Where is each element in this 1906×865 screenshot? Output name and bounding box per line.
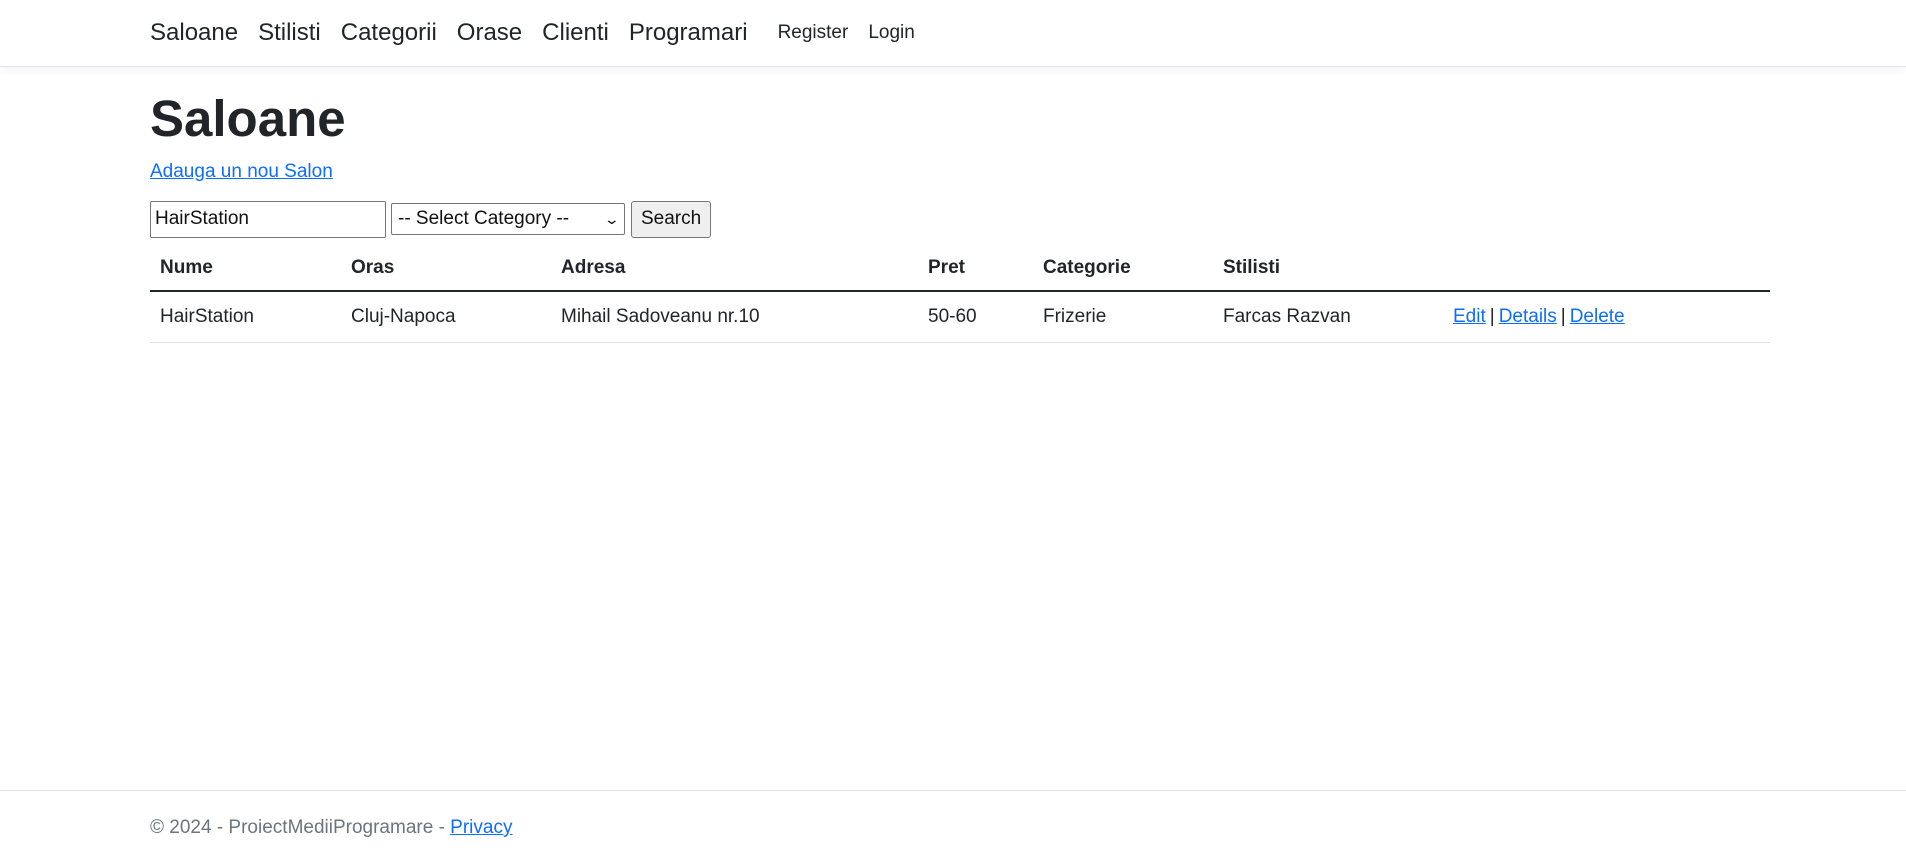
details-link[interactable]: Details	[1499, 306, 1557, 327]
category-select-value: -- Select Category --	[398, 208, 570, 230]
nav-link-categorii[interactable]: Categorii	[341, 21, 437, 45]
table-header-row: Nume Oras Adresa Pret Categorie Stilisti	[150, 245, 1770, 293]
header-nume: Nume	[150, 245, 341, 293]
main-nav: Saloane Stilisti Categorii Orase Clienti…	[150, 21, 768, 45]
header-stilisti: Stilisti	[1213, 245, 1443, 293]
search-form: -- Select Category -- ⌄ Search	[150, 200, 1770, 238]
footer-copyright: © 2024 - ProiectMediiProgramare -	[150, 817, 451, 838]
header-categorie: Categorie	[1033, 245, 1213, 293]
cell-nume: HairStation	[150, 291, 341, 343]
nav-link-stilisti[interactable]: Stilisti	[258, 21, 321, 45]
nav-link-saloane[interactable]: Saloane	[150, 21, 238, 45]
delete-link[interactable]: Delete	[1570, 306, 1625, 327]
chevron-down-icon: ⌄	[603, 210, 621, 227]
cell-oras: Cluj-Napoca	[341, 291, 551, 343]
auth-nav: Register Login	[778, 22, 935, 44]
edit-link[interactable]: Edit	[1453, 306, 1486, 327]
search-input[interactable]	[150, 200, 386, 238]
footer: © 2024 - ProiectMediiProgramare - Privac…	[0, 790, 1906, 865]
top-navbar: Saloane Stilisti Categorii Orase Clienti…	[0, 0, 1906, 67]
cell-pret: 50-60	[918, 291, 1033, 343]
main-content: Saloane Adauga un nou Salon -- Select Ca…	[0, 90, 1770, 343]
header-actions	[1443, 245, 1770, 293]
category-select[interactable]: -- Select Category -- ⌄	[391, 203, 625, 236]
login-link[interactable]: Login	[868, 22, 915, 44]
cell-stilisti: Farcas Razvan	[1213, 291, 1443, 343]
nav-link-orase[interactable]: Orase	[457, 21, 522, 45]
cell-adresa: Mihail Sadoveanu nr.10	[551, 291, 918, 343]
separator: |	[1560, 305, 1566, 327]
create-salon-link[interactable]: Adauga un nou Salon	[150, 161, 333, 183]
nav-link-programari[interactable]: Programari	[629, 21, 748, 45]
separator: |	[1489, 305, 1495, 327]
header-oras: Oras	[341, 245, 551, 293]
nav-link-clienti[interactable]: Clienti	[542, 21, 609, 45]
page-title: Saloane	[150, 90, 346, 147]
salons-table: Nume Oras Adresa Pret Categorie Stilisti…	[150, 245, 1770, 343]
search-button[interactable]: Search	[631, 200, 712, 238]
register-link[interactable]: Register	[778, 22, 849, 44]
table-row: HairStation Cluj-Napoca Mihail Sadoveanu…	[150, 291, 1770, 343]
header-adresa: Adresa	[551, 245, 918, 293]
header-pret: Pret	[918, 245, 1033, 293]
privacy-link[interactable]: Privacy	[450, 817, 512, 838]
cell-actions: Edit | Details | Delete	[1443, 291, 1770, 343]
cell-categorie: Frizerie	[1033, 291, 1213, 343]
